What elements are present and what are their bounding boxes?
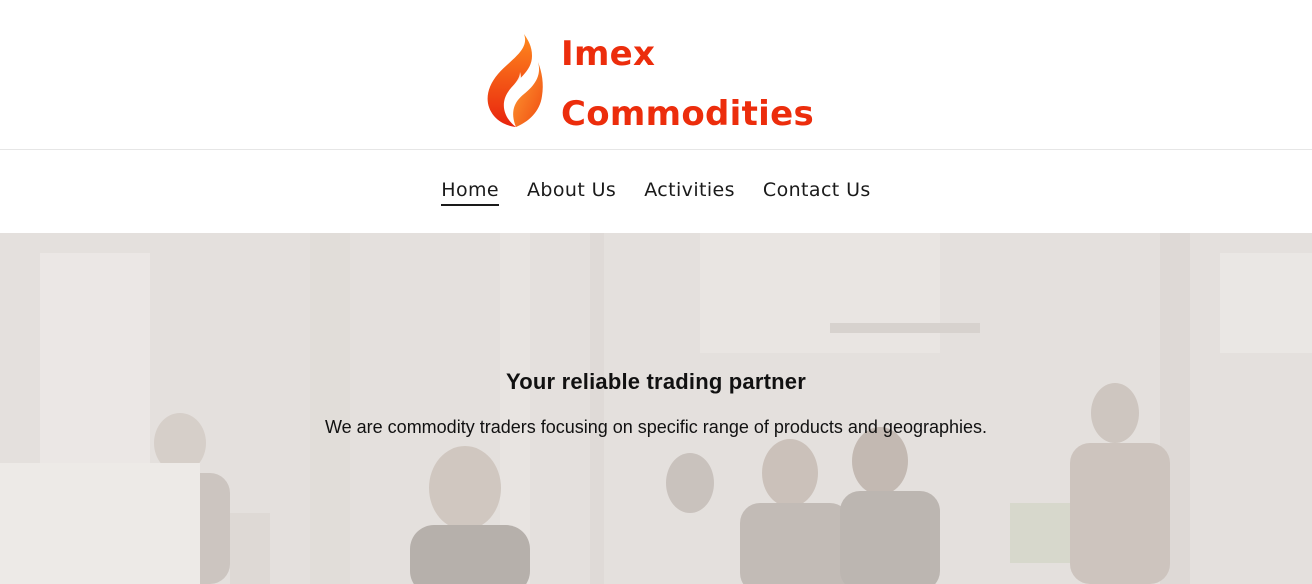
site-header: Imex Commodities bbox=[0, 0, 1312, 150]
nav-contact-us[interactable]: Contact Us bbox=[763, 179, 871, 206]
brand-name-line1: Imex bbox=[561, 34, 656, 74]
hero-subtitle: We are commodity traders focusing on spe… bbox=[324, 417, 988, 437]
hero-title: Your reliable trading partner bbox=[505, 369, 806, 394]
hero-overlay bbox=[0, 233, 1312, 584]
flame-icon bbox=[487, 34, 543, 127]
hero-section: Your reliable trading partner We are com… bbox=[0, 233, 1312, 584]
main-nav: Home About Us Activities Contact Us bbox=[0, 150, 1312, 233]
logo-link[interactable]: Imex Commodities bbox=[480, 24, 820, 134]
nav-home[interactable]: Home bbox=[441, 179, 499, 206]
brand-name-line2: Commodities bbox=[561, 94, 815, 134]
nav-activities[interactable]: Activities bbox=[644, 179, 735, 206]
nav-about-us[interactable]: About Us bbox=[527, 179, 616, 206]
brand-name: Imex Commodities bbox=[561, 24, 814, 144]
